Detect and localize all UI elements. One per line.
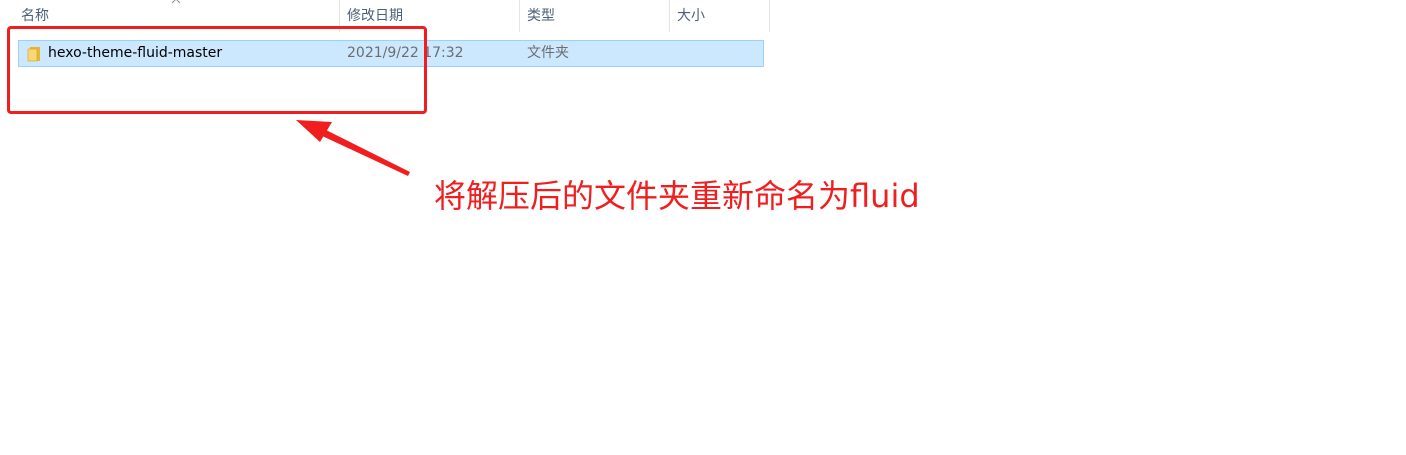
column-header-type[interactable]: 类型: [519, 0, 670, 32]
annotation-text: 将解压后的文件夹重新命名为fluid: [434, 177, 920, 215]
file-explorer-view: 名称 修改日期 类型 大小 hexo-theme-fluid-master 20…: [0, 0, 1406, 455]
highlight-box: [7, 26, 427, 114]
column-header-size[interactable]: 大小: [669, 0, 769, 32]
file-type: 文件夹: [527, 45, 569, 61]
annotation-arrow-icon: [296, 120, 410, 176]
column-divider[interactable]: [769, 0, 770, 32]
